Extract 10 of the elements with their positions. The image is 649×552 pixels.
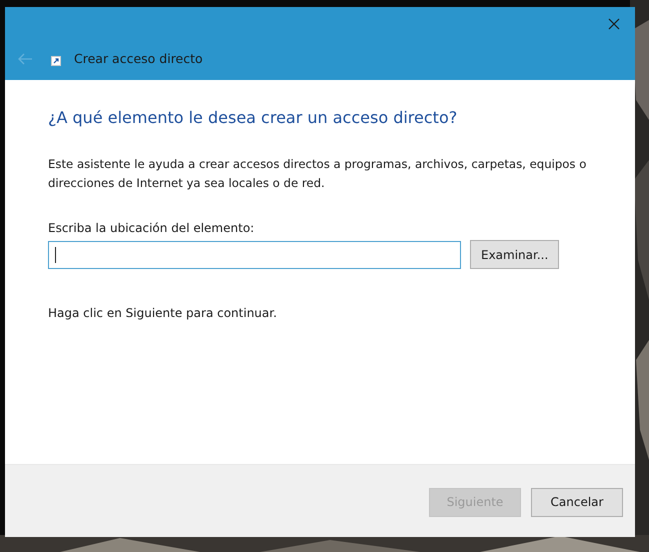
browse-button[interactable]: Examinar...	[470, 240, 560, 269]
hint-text: Haga clic en Siguiente para continuar.	[48, 306, 278, 320]
shortcut-icon	[51, 56, 61, 66]
field-label: Escriba la ubicación del elemento:	[48, 221, 256, 235]
close-icon	[608, 18, 620, 30]
description-text: Este asistente le ayuda a crear accesos directos a programas, archivos, carpetas, equipos o direcciones de Internet ya sea locales o de red.	[48, 156, 588, 192]
dialog-button[interactable]: Cancelar	[531, 488, 623, 516]
window-title: Crear acceso directo	[74, 51, 203, 66]
wizard-heading: ¿A qué elemento le desea crear un acceso directo?	[48, 108, 458, 127]
location-field[interactable]	[48, 240, 461, 268]
